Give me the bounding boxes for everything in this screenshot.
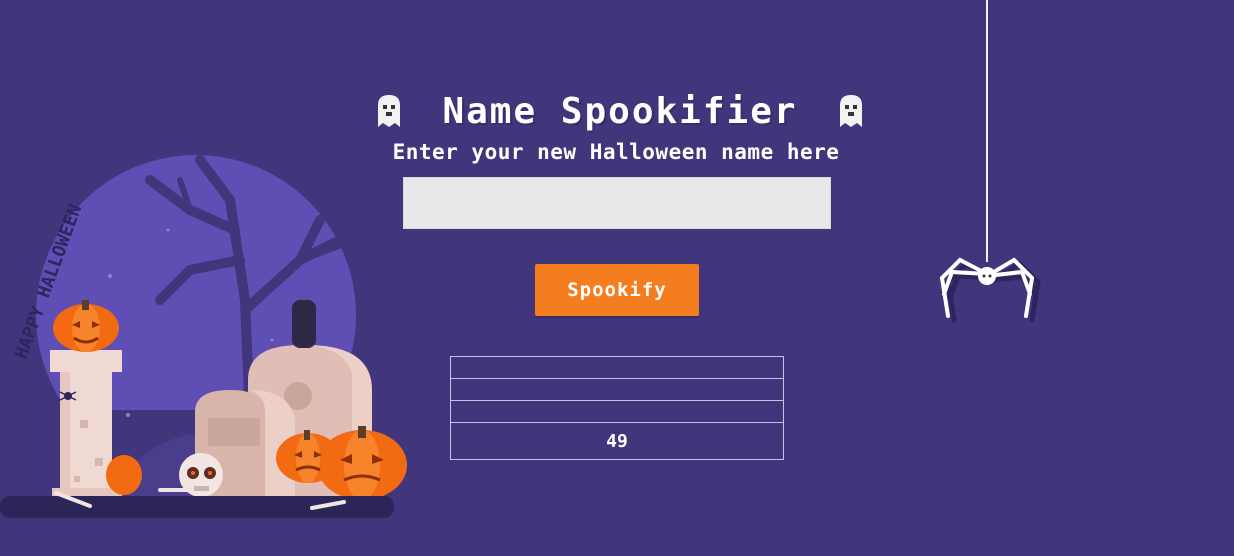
result-cell xyxy=(450,378,784,401)
ghost-icon xyxy=(839,95,862,127)
spider-thread xyxy=(986,0,988,262)
results-table: 49 xyxy=(450,356,784,460)
ground xyxy=(0,496,394,518)
spookify-button[interactable]: Spookify xyxy=(535,264,699,316)
result-cell xyxy=(450,400,784,423)
halloween-illustration: HAPPY HALLOWEEN xyxy=(0,155,440,540)
table-row xyxy=(450,400,784,423)
table-row: 49 xyxy=(450,422,784,460)
table-row xyxy=(450,378,784,401)
name-input[interactable] xyxy=(403,177,831,229)
pumpkin-small xyxy=(106,455,142,495)
page-subtitle: Enter your new Halloween name here xyxy=(392,140,840,164)
result-cell xyxy=(450,356,784,379)
ghost-icon xyxy=(378,95,401,127)
page-title: Name Spookifier xyxy=(442,90,798,132)
spider-icon xyxy=(939,257,1041,323)
result-cell: 49 xyxy=(450,422,784,460)
title-row: Name Spookifier xyxy=(340,86,900,136)
table-row xyxy=(450,356,784,379)
